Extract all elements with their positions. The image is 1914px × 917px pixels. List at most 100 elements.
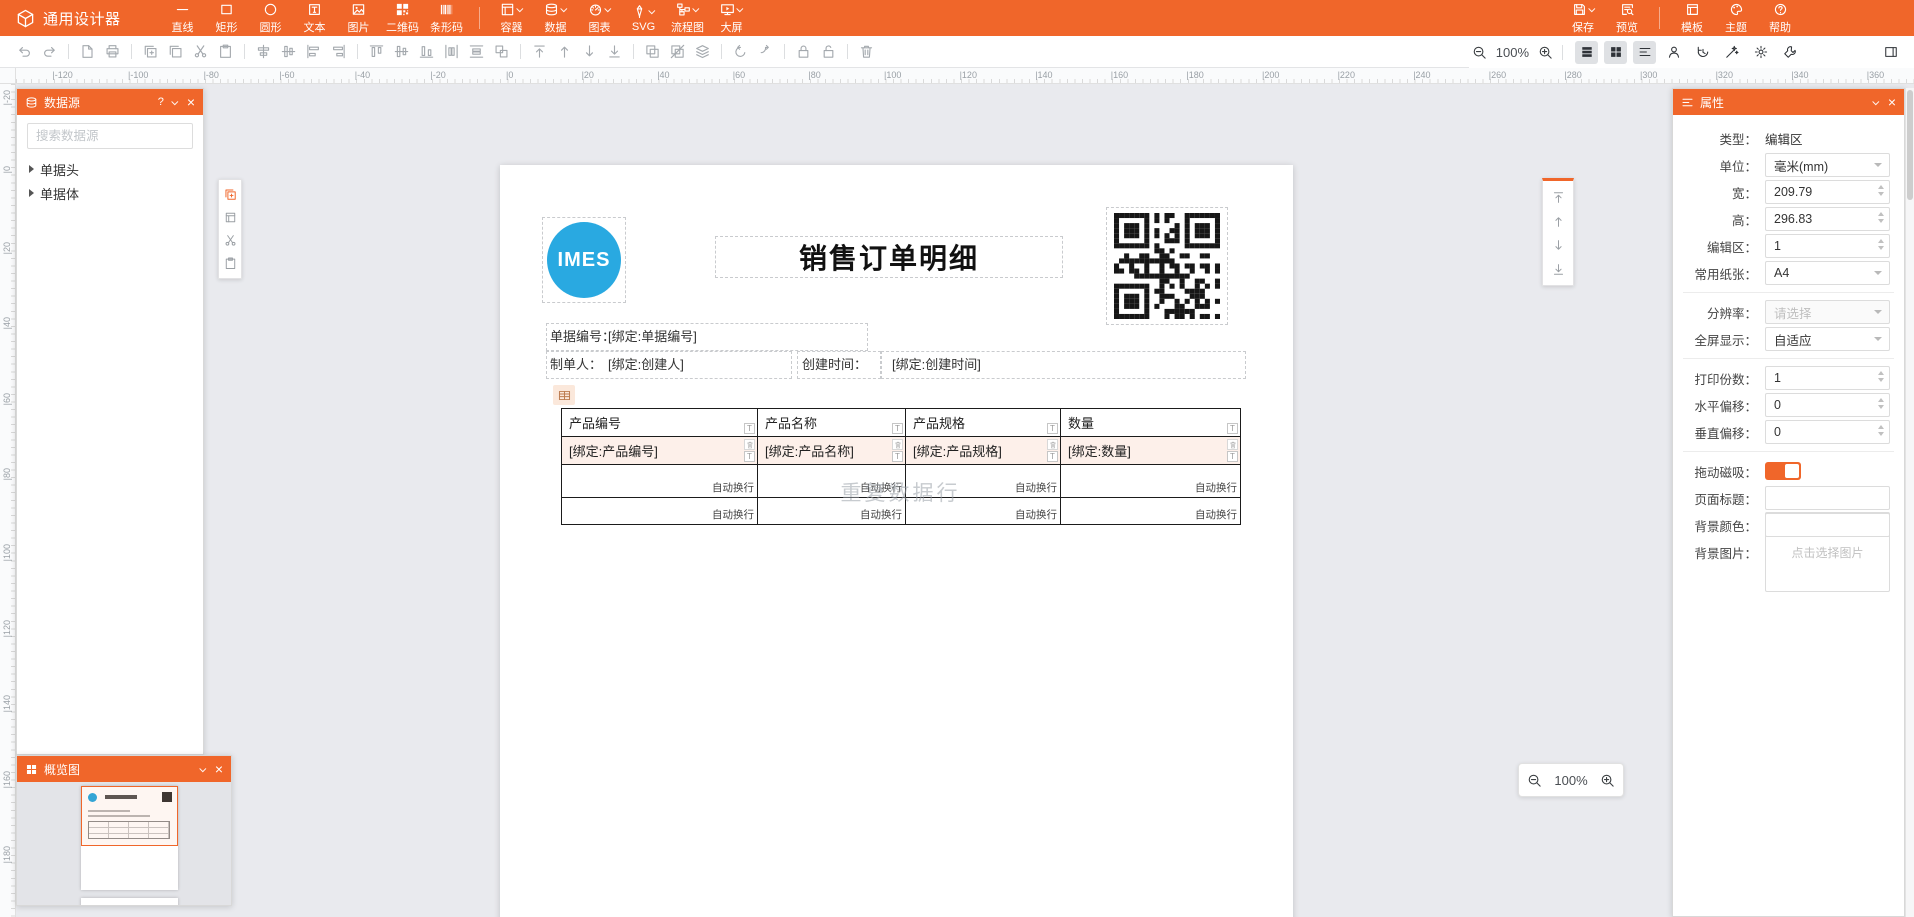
tool-rect[interactable]: 矩形 — [205, 0, 249, 36]
bring-forward-button[interactable] — [1546, 209, 1570, 233]
add-element-button[interactable] — [220, 183, 240, 206]
delete-cell-icon[interactable] — [744, 439, 755, 450]
collapse-icon[interactable] — [1872, 98, 1879, 105]
tool-svg[interactable]: SVG — [622, 0, 666, 36]
tool-chart[interactable]: 图表 — [578, 0, 622, 36]
scrollbar-thumb[interactable] — [1907, 90, 1913, 200]
bring-to-front-button[interactable] — [1546, 185, 1570, 209]
overview-body[interactable] — [17, 782, 231, 905]
table-autowrap-cell[interactable]: 自动换行 — [562, 465, 758, 498]
prop-select-unit[interactable]: 毫米(mm) — [1765, 153, 1890, 177]
tool-image[interactable]: 图片 — [337, 0, 381, 36]
copy-button[interactable] — [163, 40, 188, 64]
rotate-right-button[interactable] — [753, 40, 778, 64]
prop-select-paper[interactable]: A4 — [1765, 261, 1890, 285]
toggle-datasource-panel-button[interactable] — [1575, 41, 1598, 64]
user-button[interactable] — [1662, 41, 1685, 64]
table-autowrap-cell[interactable]: 自动换行 — [906, 498, 1061, 525]
prop-number-print-copies[interactable]: 1 — [1765, 366, 1890, 390]
tree-item[interactable]: 单据头 — [17, 157, 203, 181]
prop-select-fullscreen[interactable]: 自适应 — [1765, 327, 1890, 351]
collapse-icon[interactable] — [171, 98, 178, 105]
doc-no-binding[interactable]: [绑定:单据编号] — [608, 323, 697, 351]
table-settings-button[interactable] — [553, 385, 575, 405]
tool-circle[interactable]: 圆形 — [249, 0, 293, 36]
align-top-button[interactable] — [364, 40, 389, 64]
table-autowrap-cell[interactable]: 自动换行 — [1061, 498, 1241, 525]
prop-number-offset-x[interactable]: 0 — [1765, 393, 1890, 417]
close-icon[interactable]: × — [215, 762, 223, 776]
close-icon[interactable]: × — [187, 95, 195, 109]
printer-button[interactable] — [100, 40, 125, 64]
step-down-icon[interactable] — [1878, 378, 1884, 382]
properties-panel-header[interactable]: 属性 × — [1673, 89, 1904, 115]
overview-panel-header[interactable]: 概览图 × — [17, 756, 231, 782]
toggle-drag-snap[interactable] — [1765, 462, 1801, 480]
prop-select-resolution[interactable]: 请选择 — [1765, 300, 1890, 324]
step-up-icon[interactable] — [1878, 398, 1884, 402]
tool-flowchart[interactable]: 流程图 — [666, 0, 710, 36]
creator-binding[interactable]: [绑定:创建人] — [608, 351, 684, 379]
step-down-icon[interactable] — [1878, 219, 1884, 223]
distribute-h-button[interactable] — [439, 40, 464, 64]
table-binding-cell[interactable]: [绑定:数量]T — [1061, 437, 1241, 465]
rotate-left-button[interactable] — [728, 40, 753, 64]
ungroup-button[interactable] — [665, 40, 690, 64]
toggle-overview-panel-button[interactable] — [1604, 41, 1627, 64]
step-up-icon[interactable] — [1878, 239, 1884, 243]
redo-button[interactable] — [37, 40, 62, 64]
input-page-title[interactable] — [1765, 486, 1890, 510]
step-down-icon[interactable] — [1878, 246, 1884, 250]
number-stepper[interactable] — [1878, 185, 1884, 196]
step-up-icon[interactable] — [1878, 185, 1884, 189]
logo-element[interactable]: IMES — [542, 217, 626, 303]
datasource-panel-header[interactable]: 数据源 ? × — [17, 89, 203, 115]
unlock-button[interactable] — [816, 40, 841, 64]
ctime-binding[interactable]: [绑定:创建时间] — [892, 351, 981, 379]
table-autowrap-cell[interactable]: 自动换行 — [1061, 465, 1241, 498]
step-up-icon[interactable] — [1878, 212, 1884, 216]
number-stepper[interactable] — [1878, 212, 1884, 223]
align-right-button[interactable] — [326, 40, 351, 64]
action-template[interactable]: 模板 — [1670, 0, 1714, 36]
prop-number-edit-area[interactable]: 1 — [1765, 234, 1890, 258]
lock-button[interactable] — [791, 40, 816, 64]
table-autowrap-cell[interactable]: 自动换行 — [758, 465, 906, 498]
zoom-in-button[interactable] — [1597, 769, 1619, 791]
step-down-icon[interactable] — [1878, 432, 1884, 436]
send-to-back-button[interactable] — [1546, 257, 1570, 281]
delete-button[interactable] — [854, 40, 879, 64]
table-header-cell[interactable]: 数量T — [1061, 409, 1241, 437]
paste-button[interactable] — [213, 40, 238, 64]
toggle-properties-panel-button[interactable] — [1633, 41, 1656, 64]
action-help[interactable]: 帮助 — [1758, 0, 1802, 36]
same-size-button[interactable] — [489, 40, 514, 64]
tool-qrcode[interactable]: 二维码 — [381, 0, 425, 36]
close-icon[interactable]: × — [1888, 95, 1896, 109]
cut-element-button[interactable] — [220, 229, 240, 252]
qrcode-element[interactable] — [1106, 207, 1228, 325]
bring-forward-button[interactable] — [552, 40, 577, 64]
align-middle-button[interactable] — [389, 40, 414, 64]
action-save[interactable]: 保存 — [1561, 0, 1605, 36]
table-autowrap-cell[interactable]: 自动换行 — [562, 498, 758, 525]
table-header-cell[interactable]: 产品编号T — [562, 409, 758, 437]
step-up-icon[interactable] — [1878, 425, 1884, 429]
send-backward-button[interactable] — [577, 40, 602, 64]
tool-barcode[interactable]: 条形码 — [425, 0, 469, 36]
number-stepper[interactable] — [1878, 371, 1884, 382]
zoom-out-button[interactable] — [1523, 769, 1545, 791]
number-stepper[interactable] — [1878, 398, 1884, 409]
zoom-out-button[interactable] — [1469, 41, 1491, 63]
delete-cell-icon[interactable] — [1047, 439, 1058, 450]
send-to-back-button[interactable] — [602, 40, 627, 64]
table-autowrap-cell[interactable]: 自动换行 — [906, 465, 1061, 498]
layers-button[interactable] — [690, 40, 715, 64]
tool-line[interactable]: 直线 — [161, 0, 205, 36]
action-preview[interactable]: 预览 — [1605, 0, 1649, 36]
distribute-v-button[interactable] — [464, 40, 489, 64]
table-binding-cell[interactable]: [绑定:产品名称]T — [758, 437, 906, 465]
action-theme[interactable]: 主题 — [1714, 0, 1758, 36]
duplicate-button[interactable] — [138, 40, 163, 64]
table-autowrap-cell[interactable]: 自动换行 — [758, 498, 906, 525]
